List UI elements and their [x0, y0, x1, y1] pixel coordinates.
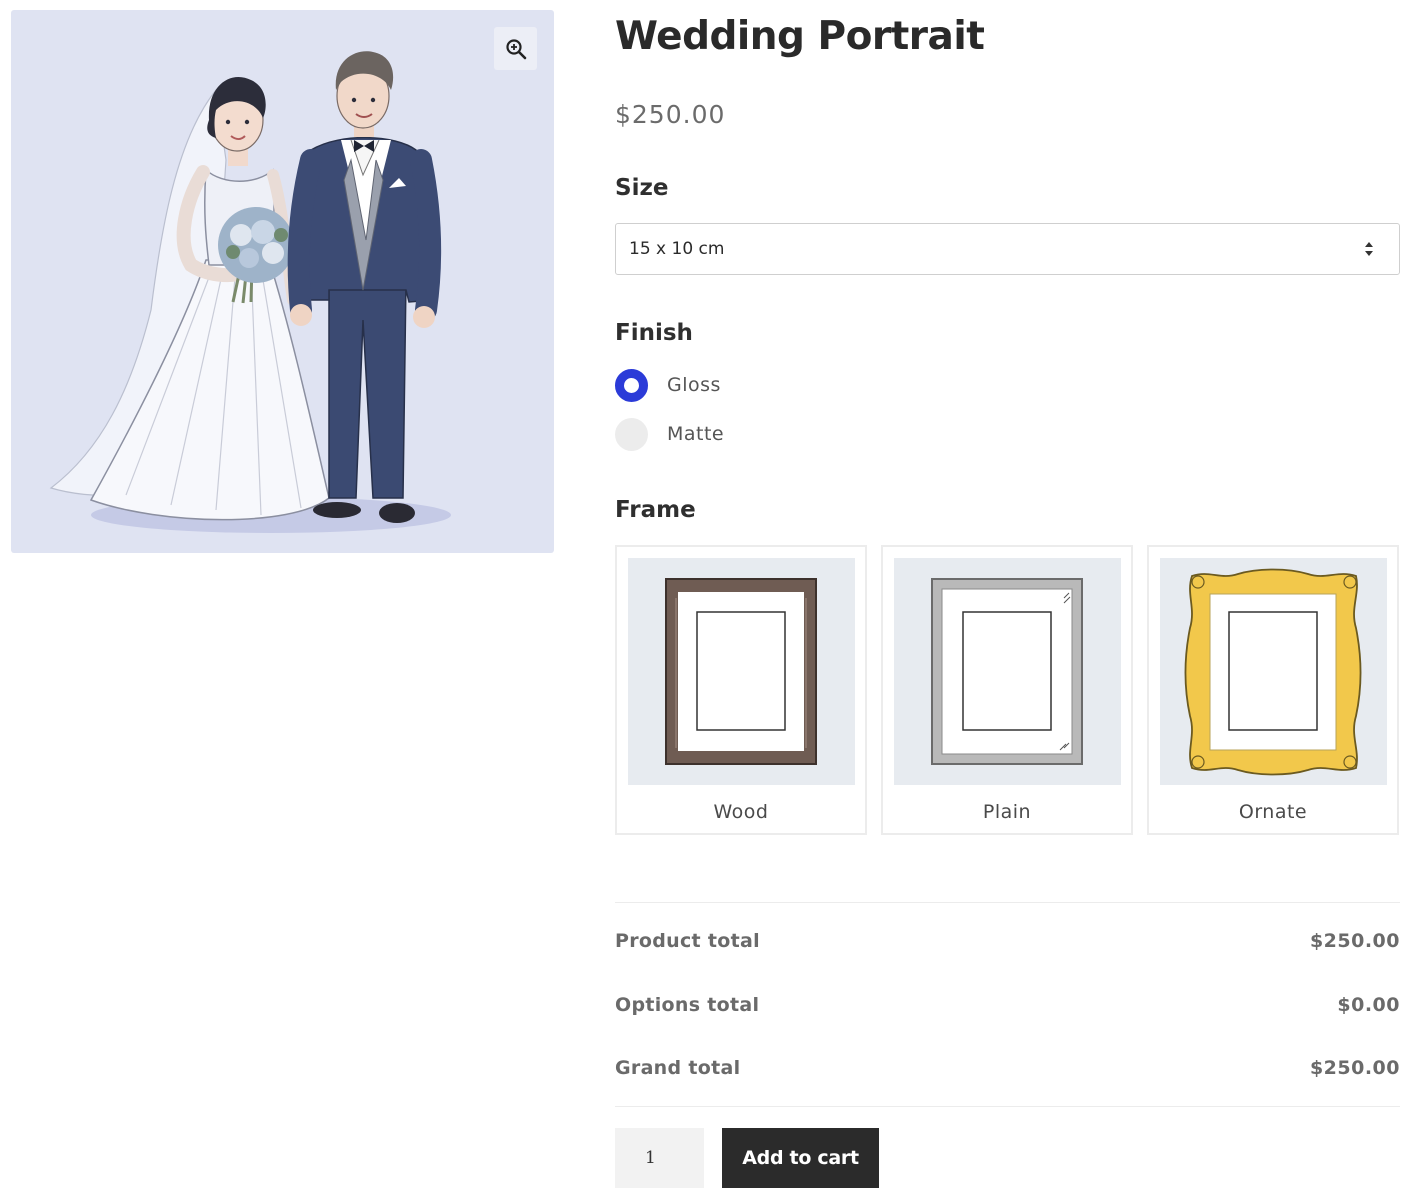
size-select[interactable]: 15 x 10 cm [615, 223, 1400, 275]
grand-total-value: $250.00 [1309, 1057, 1400, 1079]
frame-option-ornate[interactable]: Ornate [1147, 545, 1399, 835]
grand-total-row: Grand total $250.00 [615, 1057, 1400, 1087]
options-total-value: $0.00 [1337, 994, 1400, 1016]
frame-thumbnail [1160, 558, 1387, 785]
product-title: Wedding Portrait [615, 14, 985, 59]
product-price: $250.00 [615, 100, 726, 129]
finish-option-matte[interactable]: Matte [615, 417, 724, 451]
frame-thumbnail [894, 558, 1121, 785]
frame-label: Frame [615, 497, 696, 523]
finish-option-label: Gloss [667, 374, 721, 396]
size-selected-value: 15 x 10 cm [629, 239, 725, 259]
frame-option-wood[interactable]: Wood [615, 545, 867, 835]
divider [615, 1106, 1400, 1107]
zoom-in-icon [505, 38, 526, 59]
frame-name: Ornate [1238, 801, 1308, 823]
product-total-row: Product total $250.00 [615, 930, 1400, 960]
add-to-cart-button[interactable]: Add to cart [722, 1128, 879, 1188]
wedding-couple-illustration [49, 51, 451, 533]
divider [615, 902, 1400, 903]
quantity-input[interactable] [615, 1128, 704, 1188]
grand-total-label: Grand total [615, 1057, 741, 1079]
options-total-label: Options total [615, 994, 760, 1016]
wood-frame-icon [665, 578, 817, 765]
zoom-button[interactable] [494, 27, 537, 70]
plain-frame-icon [931, 578, 1083, 765]
size-label: Size [615, 175, 669, 201]
frame-name: Wood [713, 801, 769, 823]
select-arrows-icon [1365, 242, 1373, 256]
frame-thumbnail [628, 558, 855, 785]
finish-label: Finish [615, 320, 693, 346]
radio-matte[interactable] [615, 417, 648, 451]
ornate-frame-icon [1184, 568, 1362, 776]
frame-option-plain[interactable]: Plain [881, 545, 1133, 835]
product-total-label: Product total [615, 930, 760, 952]
product-image[interactable] [11, 10, 554, 553]
finish-option-gloss[interactable]: Gloss [615, 368, 721, 402]
options-total-row: Options total $0.00 [615, 994, 1400, 1024]
frame-name: Plain [982, 801, 1032, 823]
product-total-value: $250.00 [1309, 930, 1400, 952]
finish-option-label: Matte [667, 423, 725, 445]
radio-gloss[interactable] [615, 368, 648, 402]
